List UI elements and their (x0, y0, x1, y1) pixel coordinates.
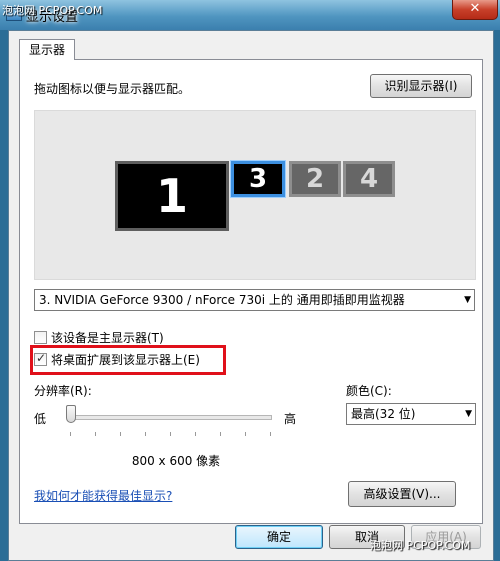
identify-monitors-button[interactable]: 识别显示器(I) (370, 74, 472, 98)
primary-display-label: 该设备是主显示器(T) (51, 331, 164, 345)
watermark-bottom: 泡泡网 PCPOP.COM (370, 539, 471, 552)
highlight-annotation (30, 345, 226, 375)
best-display-help-link[interactable]: 我如何才能获得最佳显示? (34, 487, 172, 504)
dialog-client-area: 显示器 拖动图标以便与显示器匹配。 识别显示器(I) 1 3 2 4 3. NV… (8, 30, 494, 561)
resolution-value: 800 x 600 像素 (131, 454, 221, 468)
chevron-down-icon: ▼ (465, 409, 472, 419)
resolution-slider-track[interactable] (70, 415, 272, 420)
display-select[interactable]: 3. NVIDIA GeForce 9300 / nForce 730i 上的 … (34, 289, 475, 311)
slider-tick (95, 432, 96, 436)
monitor-arrangement-area[interactable]: 1 3 2 4 (34, 110, 476, 280)
color-select-value: 最高(32 位) (351, 407, 416, 421)
chevron-down-icon: ▼ (464, 295, 471, 305)
close-icon: ✕ (469, 1, 481, 16)
monitor-tab-panel: 拖动图标以便与显示器匹配。 识别显示器(I) 1 3 2 4 3. NVIDIA… (19, 59, 483, 524)
display-select-value: 3. NVIDIA GeForce 9300 / nForce 730i 上的 … (39, 293, 405, 307)
slider-tick (270, 432, 271, 436)
resolution-slider-thumb[interactable] (66, 405, 76, 423)
primary-display-checkbox[interactable] (34, 331, 47, 344)
advanced-settings-button[interactable]: 高级设置(V)... (348, 481, 456, 507)
primary-display-checkbox-row[interactable]: 该设备是主显示器(T) (34, 330, 164, 346)
monitor-4-icon[interactable]: 4 (343, 161, 395, 197)
resolution-low-label: 低 (34, 412, 47, 426)
slider-tick (170, 432, 171, 436)
slider-tick (70, 432, 71, 436)
resolution-high-label: 高 (284, 412, 297, 426)
monitor-3-icon[interactable]: 3 (230, 160, 286, 198)
slider-tick (220, 432, 221, 436)
color-label: 颜色(C): (346, 384, 392, 398)
slider-tick (120, 432, 121, 436)
close-button[interactable]: ✕ (452, 0, 498, 20)
monitor-1-icon[interactable]: 1 (115, 161, 229, 231)
monitor-2-icon[interactable]: 2 (289, 161, 341, 197)
tab-monitor[interactable]: 显示器 (19, 39, 75, 60)
ok-button[interactable]: 确定 (235, 525, 323, 549)
watermark-top: 泡泡网 PCPOP.COM (2, 4, 103, 17)
instruction-text: 拖动图标以便与显示器匹配。 (34, 82, 191, 96)
slider-tick (245, 432, 246, 436)
slider-tick (145, 432, 146, 436)
color-select[interactable]: 最高(32 位) ▼ (346, 403, 476, 425)
resolution-label: 分辨率(R): (34, 384, 92, 398)
slider-tick (195, 432, 196, 436)
